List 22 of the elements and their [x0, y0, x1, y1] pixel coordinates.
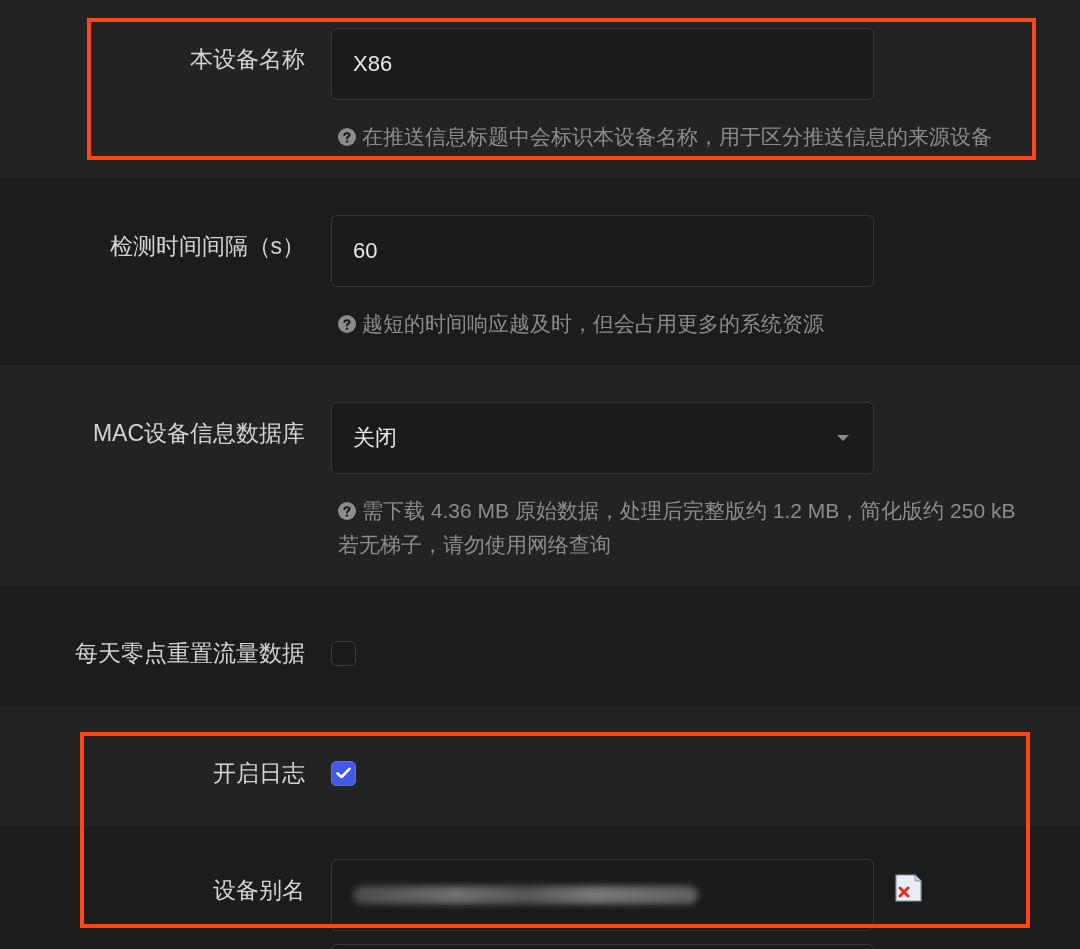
check-icon	[336, 767, 351, 779]
text-field[interactable]: 60	[331, 215, 874, 287]
help-text: 越短的时间响应越及时，但会占用更多的系统资源	[362, 311, 824, 337]
checkbox[interactable]	[331, 760, 356, 786]
field-label: 每天零点重置流量数据	[75, 639, 305, 668]
help-icon	[338, 315, 356, 333]
checkbox[interactable]	[331, 640, 356, 666]
help-icon	[338, 502, 356, 520]
help-text: 若无梯子，请勿使用网络查询	[338, 532, 611, 558]
field-label: 检测时间间隔（s）	[109, 232, 305, 261]
field-label: 开启日志	[213, 759, 305, 788]
caret-icon	[837, 435, 849, 441]
field-label: MAC设备信息数据库	[92, 419, 305, 448]
field-label: 设备别名	[213, 876, 305, 905]
help-text: 在推送信息标题中会标识本设备名称，用于区分推送信息的来源设备	[362, 124, 992, 150]
help-icon	[338, 128, 356, 146]
field-label: 本设备名称	[190, 45, 305, 74]
document-x-icon[interactable]	[895, 874, 922, 902]
text-field[interactable]	[331, 859, 874, 931]
select-field[interactable]: 关闭	[331, 402, 874, 474]
text-field[interactable]: X86	[331, 28, 874, 100]
help-text: 需下载 4.36 MB 原始数据，处理后完整版约 1.2 MB，简化版约 250 kB	[362, 498, 1016, 524]
